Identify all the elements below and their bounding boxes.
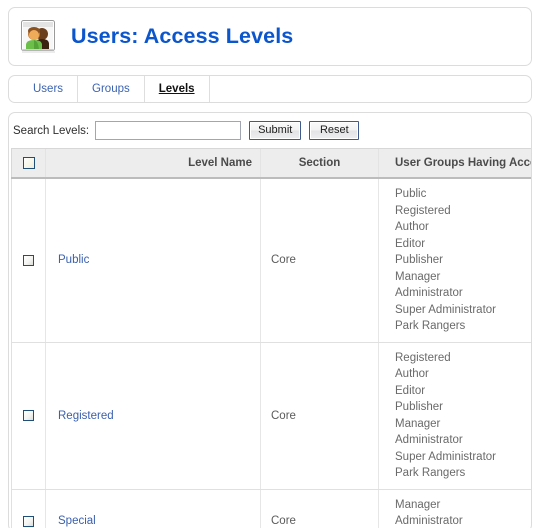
tab-bar: Users Groups Levels (8, 75, 532, 103)
user-group-item: Administrator (395, 434, 463, 446)
user-groups-cell: Public Registered Author Editor Publisher Man… (378, 178, 531, 343)
users-group-icon (21, 19, 57, 54)
search-bar: Search Levels: Submit Reset (9, 113, 531, 148)
content-panel: Search Levels: Submit Reset Level Name S… (8, 112, 532, 528)
user-group-item: Manager (395, 498, 441, 511)
level-name-cell: Registered (45, 342, 261, 490)
select-all-header (11, 148, 46, 179)
level-name-cell: Special (45, 489, 261, 528)
user-group-item: Super Administrator (395, 303, 496, 316)
row-select-cell (11, 342, 46, 490)
user-group-item: Manager (395, 417, 441, 430)
user-group-item: Editor (395, 237, 426, 250)
user-group-item: Editor (395, 384, 426, 397)
table-row: Public Core Public Registered Author Editor Pu… (11, 178, 531, 343)
reset-button[interactable]: Reset (309, 121, 360, 140)
row-select-cell (11, 489, 46, 528)
tab-levels[interactable]: Levels (145, 76, 210, 102)
user-groups-cell: Registered Author Editor Publisher Manager Ad… (378, 342, 531, 490)
level-name-link[interactable]: Special (58, 515, 96, 527)
user-group-item: Author (395, 221, 429, 233)
level-name-link[interactable]: Public (58, 254, 89, 266)
section-cell: Core (260, 489, 379, 528)
column-header-level-name[interactable]: Level Name (45, 148, 261, 179)
level-name-cell: Public (45, 178, 261, 343)
table-header-row: Level Name Section User Groups Having Ac… (11, 148, 531, 179)
row-checkbox[interactable] (23, 515, 34, 527)
level-name-link[interactable]: Registered (58, 410, 114, 422)
table-row: SpecialCoreManagerAdministratorSuper Adm… (11, 489, 531, 528)
table-body: Public Core Public Registered Author Editor Pu… (11, 178, 531, 528)
row-select-cell (11, 178, 46, 343)
page-header: Users: Access Levels (8, 7, 532, 66)
user-group-item: Park Rangers (395, 467, 466, 479)
user-group-item: Administrator (395, 515, 463, 527)
search-label: Search Levels: (13, 124, 90, 137)
user-group-item: Public (395, 188, 427, 200)
search-input[interactable] (95, 121, 242, 140)
user-group-item: Publisher (395, 401, 443, 413)
user-group-item: Author (395, 368, 429, 380)
submit-button[interactable]: Submit (249, 121, 302, 140)
page-root: Users: Access Levels Users Groups Levels… (0, 0, 540, 528)
user-group-item: Super Administrator (395, 450, 496, 463)
user-group-item: Park Rangers (395, 320, 466, 332)
tab-groups[interactable]: Groups (78, 76, 145, 102)
select-all-checkbox[interactable] (22, 156, 35, 169)
column-header-section[interactable]: Section (260, 148, 379, 179)
user-group-item: Registered (395, 351, 451, 364)
levels-table: Level Name Section User Groups Having Ac… (11, 148, 531, 528)
user-group-item: Registered (395, 204, 451, 217)
table-row: Registered Core Registered Author Editor Publ… (11, 342, 531, 490)
column-header-user-groups[interactable]: User Groups Having Access (378, 148, 531, 179)
user-group-item: Manager (395, 270, 441, 283)
page-title: Users: Access Levels (71, 24, 294, 48)
user-group-item: Administrator (395, 287, 463, 299)
user-groups-cell: ManagerAdministratorSuper Administrator (378, 489, 531, 528)
row-checkbox[interactable] (23, 254, 34, 266)
section-cell: Core (260, 178, 379, 343)
levels-table-wrapper: Level Name Section User Groups Having Ac… (9, 148, 531, 528)
user-group-item: Publisher (395, 254, 443, 266)
section-cell: Core (260, 342, 379, 490)
row-checkbox[interactable] (23, 409, 34, 421)
tab-users[interactable]: Users (15, 76, 79, 102)
